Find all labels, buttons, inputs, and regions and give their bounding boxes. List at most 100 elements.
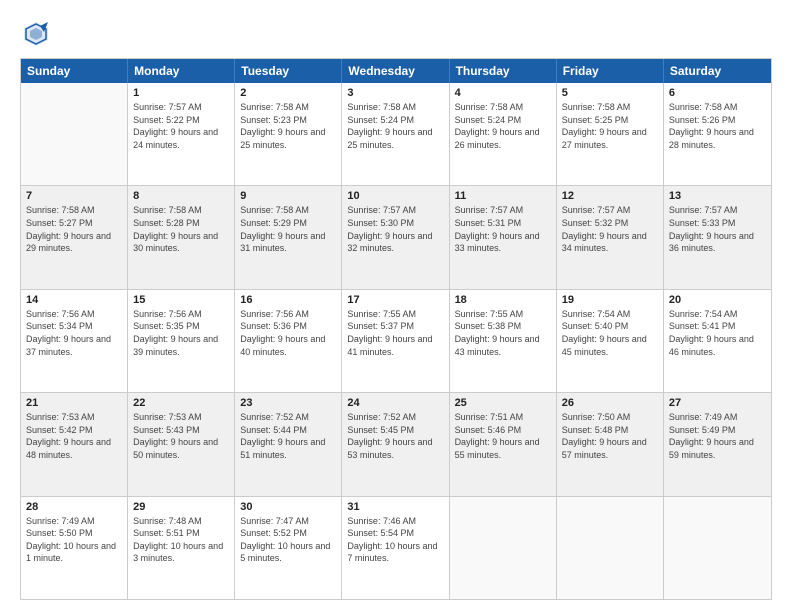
weekday-header: Thursday <box>450 59 557 83</box>
day-number: 5 <box>562 87 658 99</box>
calendar-cell: 11 Sunrise: 7:57 AMSunset: 5:31 PMDayligh… <box>450 186 557 288</box>
day-info: Sunrise: 7:55 AMSunset: 5:37 PMDaylight:… <box>347 308 443 358</box>
day-info: Sunrise: 7:58 AMSunset: 5:26 PMDaylight:… <box>669 101 766 151</box>
day-info: Sunrise: 7:56 AMSunset: 5:34 PMDaylight:… <box>26 308 122 358</box>
calendar-page: SundayMondayTuesdayWednesdayThursdayFrid… <box>0 0 792 612</box>
calendar-cell: 23Sunrise: 7:52 AMSunset: 5:44 PMDayligh… <box>235 393 342 495</box>
weekday-header: Sunday <box>21 59 128 83</box>
day-number: 7 <box>26 190 122 202</box>
day-info: Sunrise: 7:57 AMSunset: 5:32 PMDaylight:… <box>562 204 658 254</box>
day-info: Sunrise: 7:58 AMSunset: 5:29 PMDaylight:… <box>240 204 336 254</box>
weekday-header: Wednesday <box>342 59 449 83</box>
weekday-header: Tuesday <box>235 59 342 83</box>
calendar-cell: 24Sunrise: 7:52 AMSunset: 5:45 PMDayligh… <box>342 393 449 495</box>
calendar-cell: 21 Sunrise: 7:53 AMSunset: 5:42 PMDayligh… <box>21 393 128 495</box>
calendar-row: 21 Sunrise: 7:53 AMSunset: 5:42 PMDayligh… <box>21 393 771 496</box>
calendar-cell: 18 Sunrise: 7:55 AMSunset: 5:38 PMDayligh… <box>450 290 557 392</box>
day-number: 20 <box>669 294 766 306</box>
day-number: 25 <box>455 397 551 409</box>
day-info: Sunrise: 7:46 AMSunset: 5:54 PMDaylight:… <box>347 515 443 565</box>
calendar-cell: 22Sunrise: 7:53 AMSunset: 5:43 PMDayligh… <box>128 393 235 495</box>
calendar-cell: 12Sunrise: 7:57 AMSunset: 5:32 PMDayligh… <box>557 186 664 288</box>
day-info: Sunrise: 7:54 AMSunset: 5:40 PMDaylight:… <box>562 308 658 358</box>
calendar-cell: 14 Sunrise: 7:56 AMSunset: 5:34 PMDayligh… <box>21 290 128 392</box>
day-info: Sunrise: 7:58 AMSunset: 5:28 PMDaylight:… <box>133 204 229 254</box>
calendar-row: 1 Sunrise: 7:57 AMSunset: 5:22 PMDaylight… <box>21 83 771 186</box>
calendar-cell <box>450 497 557 599</box>
calendar-cell <box>664 497 771 599</box>
day-number: 17 <box>347 294 443 306</box>
day-info: Sunrise: 7:53 AMSunset: 5:43 PMDaylight:… <box>133 411 229 461</box>
calendar-cell <box>21 83 128 185</box>
calendar-cell: 28 Sunrise: 7:49 AMSunset: 5:50 PMDayligh… <box>21 497 128 599</box>
day-info: Sunrise: 7:58 AMSunset: 5:23 PMDaylight:… <box>240 101 336 151</box>
calendar-cell: 1 Sunrise: 7:57 AMSunset: 5:22 PMDaylight… <box>128 83 235 185</box>
day-info: Sunrise: 7:54 AMSunset: 5:41 PMDaylight:… <box>669 308 766 358</box>
day-number: 27 <box>669 397 766 409</box>
day-number: 21 <box>26 397 122 409</box>
day-number: 31 <box>347 501 443 513</box>
day-info: Sunrise: 7:57 AMSunset: 5:22 PMDaylight:… <box>133 101 229 151</box>
day-number: 9 <box>240 190 336 202</box>
calendar-cell: 8 Sunrise: 7:58 AMSunset: 5:28 PMDaylight… <box>128 186 235 288</box>
calendar-row: 7 Sunrise: 7:58 AMSunset: 5:27 PMDaylight… <box>21 186 771 289</box>
weekday-header: Monday <box>128 59 235 83</box>
day-info: Sunrise: 7:49 AMSunset: 5:50 PMDaylight:… <box>26 515 122 565</box>
day-info: Sunrise: 7:56 AMSunset: 5:35 PMDaylight:… <box>133 308 229 358</box>
calendar-cell: 20 Sunrise: 7:54 AMSunset: 5:41 PMDayligh… <box>664 290 771 392</box>
day-info: Sunrise: 7:58 AMSunset: 5:27 PMDaylight:… <box>26 204 122 254</box>
calendar-cell: 13 Sunrise: 7:57 AMSunset: 5:33 PMDayligh… <box>664 186 771 288</box>
day-info: Sunrise: 7:49 AMSunset: 5:49 PMDaylight:… <box>669 411 766 461</box>
day-number: 3 <box>347 87 443 99</box>
calendar-cell: 26Sunrise: 7:50 AMSunset: 5:48 PMDayligh… <box>557 393 664 495</box>
calendar-cell: 30Sunrise: 7:47 AMSunset: 5:52 PMDayligh… <box>235 497 342 599</box>
calendar-cell: 31 Sunrise: 7:46 AMSunset: 5:54 PMDayligh… <box>342 497 449 599</box>
calendar-cell: 17 Sunrise: 7:55 AMSunset: 5:37 PMDayligh… <box>342 290 449 392</box>
day-info: Sunrise: 7:58 AMSunset: 5:24 PMDaylight:… <box>347 101 443 151</box>
calendar-grid: SundayMondayTuesdayWednesdayThursdayFrid… <box>20 58 772 600</box>
day-info: Sunrise: 7:55 AMSunset: 5:38 PMDaylight:… <box>455 308 551 358</box>
day-number: 24 <box>347 397 443 409</box>
day-number: 15 <box>133 294 229 306</box>
day-info: Sunrise: 7:52 AMSunset: 5:44 PMDaylight:… <box>240 411 336 461</box>
day-info: Sunrise: 7:57 AMSunset: 5:31 PMDaylight:… <box>455 204 551 254</box>
day-info: Sunrise: 7:57 AMSunset: 5:33 PMDaylight:… <box>669 204 766 254</box>
day-info: Sunrise: 7:58 AMSunset: 5:25 PMDaylight:… <box>562 101 658 151</box>
day-number: 19 <box>562 294 658 306</box>
day-number: 2 <box>240 87 336 99</box>
day-number: 11 <box>455 190 551 202</box>
day-info: Sunrise: 7:48 AMSunset: 5:51 PMDaylight:… <box>133 515 229 565</box>
day-number: 16 <box>240 294 336 306</box>
day-number: 8 <box>133 190 229 202</box>
calendar-cell: 29Sunrise: 7:48 AMSunset: 5:51 PMDayligh… <box>128 497 235 599</box>
calendar-cell: 5 Sunrise: 7:58 AMSunset: 5:25 PMDaylight… <box>557 83 664 185</box>
calendar-body: 1 Sunrise: 7:57 AMSunset: 5:22 PMDaylight… <box>21 83 771 599</box>
day-number: 13 <box>669 190 766 202</box>
day-number: 4 <box>455 87 551 99</box>
logo <box>20 18 58 50</box>
calendar-cell: 2 Sunrise: 7:58 AMSunset: 5:23 PMDaylight… <box>235 83 342 185</box>
day-number: 28 <box>26 501 122 513</box>
day-info: Sunrise: 7:47 AMSunset: 5:52 PMDaylight:… <box>240 515 336 565</box>
day-number: 6 <box>669 87 766 99</box>
day-info: Sunrise: 7:56 AMSunset: 5:36 PMDaylight:… <box>240 308 336 358</box>
day-info: Sunrise: 7:57 AMSunset: 5:30 PMDaylight:… <box>347 204 443 254</box>
day-info: Sunrise: 7:53 AMSunset: 5:42 PMDaylight:… <box>26 411 122 461</box>
logo-icon <box>20 18 52 50</box>
header <box>20 18 772 50</box>
calendar-cell: 10 Sunrise: 7:57 AMSunset: 5:30 PMDayligh… <box>342 186 449 288</box>
day-number: 14 <box>26 294 122 306</box>
calendar-cell: 7 Sunrise: 7:58 AMSunset: 5:27 PMDaylight… <box>21 186 128 288</box>
calendar-cell: 3 Sunrise: 7:58 AMSunset: 5:24 PMDaylight… <box>342 83 449 185</box>
day-number: 10 <box>347 190 443 202</box>
day-info: Sunrise: 7:51 AMSunset: 5:46 PMDaylight:… <box>455 411 551 461</box>
calendar-row: 14 Sunrise: 7:56 AMSunset: 5:34 PMDayligh… <box>21 290 771 393</box>
day-number: 26 <box>562 397 658 409</box>
calendar-cell: 16 Sunrise: 7:56 AMSunset: 5:36 PMDayligh… <box>235 290 342 392</box>
calendar-cell <box>557 497 664 599</box>
day-number: 18 <box>455 294 551 306</box>
day-number: 1 <box>133 87 229 99</box>
calendar-cell: 6 Sunrise: 7:58 AMSunset: 5:26 PMDaylight… <box>664 83 771 185</box>
calendar-row: 28 Sunrise: 7:49 AMSunset: 5:50 PMDayligh… <box>21 497 771 599</box>
calendar-cell: 9 Sunrise: 7:58 AMSunset: 5:29 PMDaylight… <box>235 186 342 288</box>
